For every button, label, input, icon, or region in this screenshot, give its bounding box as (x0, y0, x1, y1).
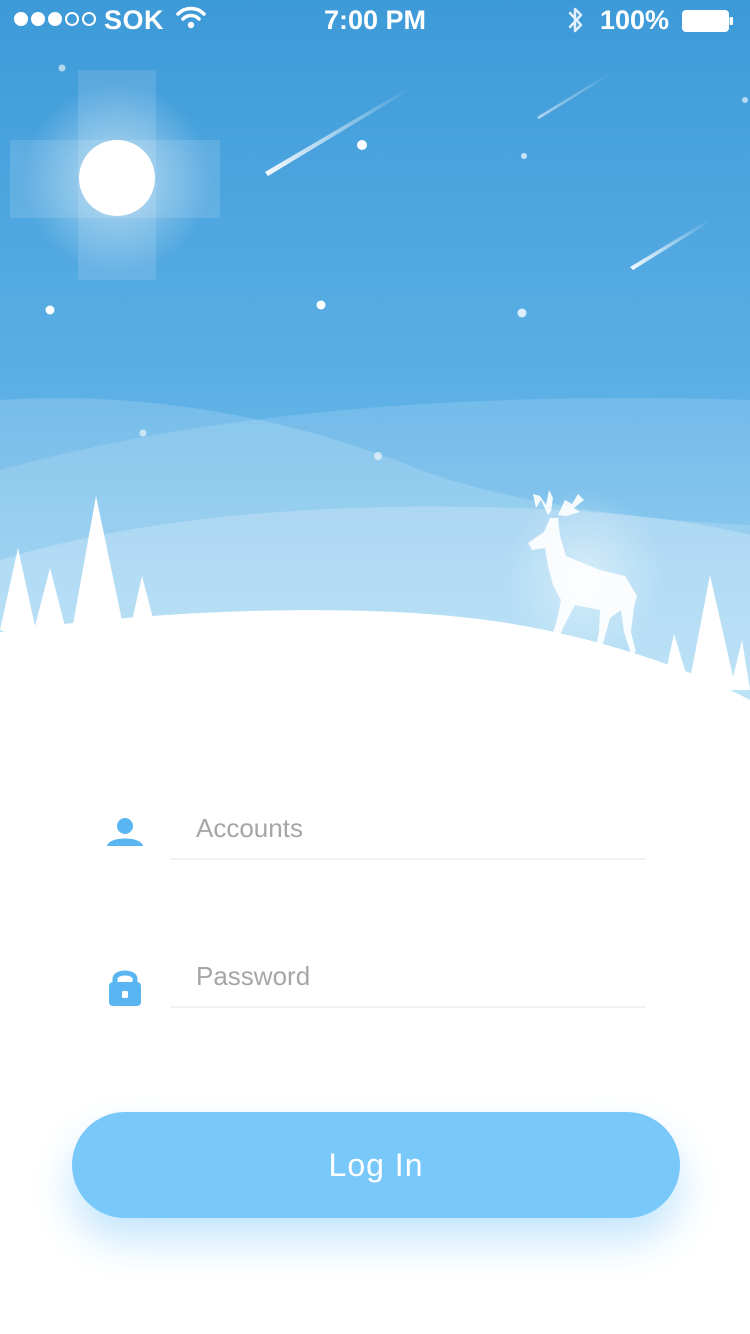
lock-icon (109, 970, 141, 1006)
user-icon (107, 818, 143, 846)
winter-scene-svg (0, 0, 750, 720)
winter-scene-illustration (0, 0, 750, 720)
accounts-field (100, 798, 648, 860)
battery-percentage: 100% (600, 5, 670, 35)
accounts-input[interactable] (170, 798, 646, 860)
bluetooth-icon (568, 7, 583, 33)
login-screen: SOK 7:00 PM 100% Log In (0, 0, 750, 1334)
login-button[interactable]: Log In (72, 1112, 680, 1218)
password-field (100, 946, 648, 1008)
status-bar: SOK 7:00 PM 100% (0, 0, 750, 40)
password-input[interactable] (170, 946, 646, 1008)
battery-icon (682, 10, 733, 32)
